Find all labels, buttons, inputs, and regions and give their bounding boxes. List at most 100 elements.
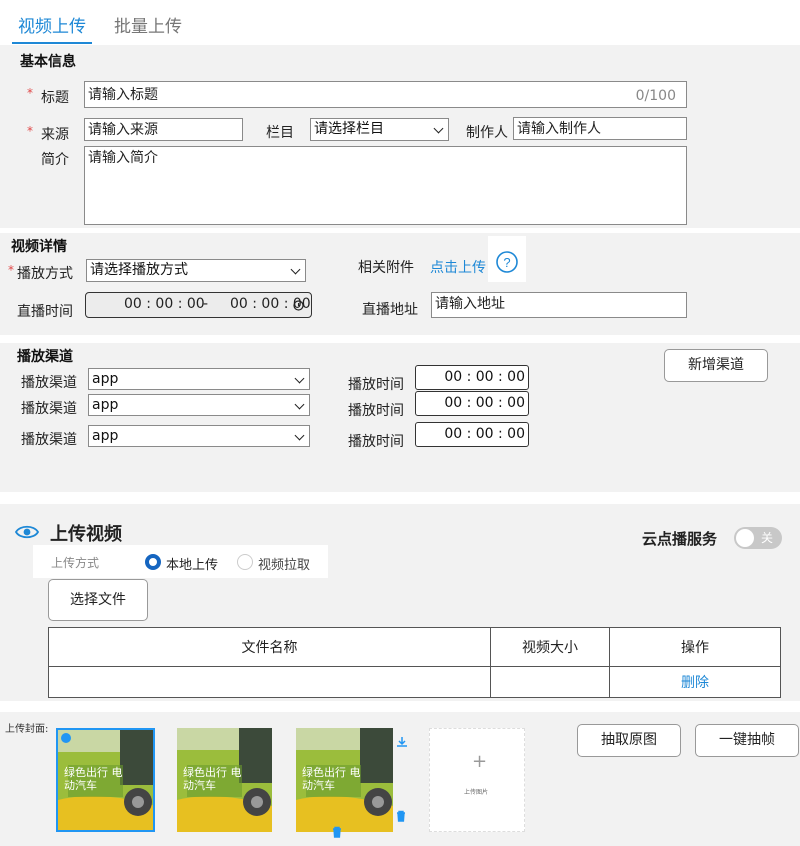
live-address-placeholder: 请输入地址 <box>435 296 505 312</box>
delete-icon[interactable] <box>331 826 343 838</box>
title-placeholder: 请输入标题 <box>88 87 158 103</box>
channel-label: 播放渠道 <box>21 432 77 448</box>
live-time-start: 00 : 00 : 00 <box>124 296 205 312</box>
required-mark: * <box>27 86 33 100</box>
tab-batch-upload[interactable]: 批量上传 <box>114 12 182 37</box>
chevron-down-icon <box>294 399 305 410</box>
chevron-down-icon <box>290 264 301 275</box>
chevron-down-icon <box>433 123 444 134</box>
cloud-vod-toggle[interactable]: 关 <box>734 527 782 549</box>
file-name-cell <box>48 666 491 698</box>
live-time-separator: - <box>203 296 209 312</box>
cloud-vod-label: 云点播服务 <box>642 530 718 548</box>
play-time-label: 播放时间 <box>348 403 404 419</box>
eye-icon <box>15 525 39 539</box>
help-icon[interactable]: ? <box>488 236 526 282</box>
live-time-label: 直播时间 <box>17 304 73 320</box>
delete-icon[interactable] <box>395 810 407 822</box>
required-mark: * <box>8 263 14 277</box>
video-size-cell <box>490 666 610 698</box>
thumbnail-text: 绿色出行 电动汽车 <box>64 766 123 792</box>
title-label: 标题 <box>41 90 69 106</box>
channel-select[interactable]: app <box>88 394 310 416</box>
channel-select[interactable]: app <box>88 425 310 447</box>
title-char-count: 0/100 <box>635 88 676 104</box>
chevron-down-icon <box>294 373 305 384</box>
required-mark: * <box>27 124 33 138</box>
upload-method-row: 上传方式 本地上传 视频拉取 <box>33 545 328 578</box>
upload-image-text: 上传图片 <box>464 789 489 796</box>
one-click-frame-button[interactable]: 一键抽帧 <box>695 724 799 757</box>
column-actions: 操作 <box>609 627 781 667</box>
cover-thumbnail[interactable]: 绿色出行 电动汽车 <box>177 728 272 832</box>
channel-select-value: app <box>92 397 119 413</box>
radio-video-pull[interactable] <box>237 554 253 570</box>
play-time-picker[interactable]: 00 : 00 : 00 <box>415 422 529 447</box>
toggle-knob <box>736 529 754 547</box>
choose-file-button[interactable]: 选择文件 <box>48 579 148 621</box>
upload-video-title: 上传视频 <box>50 524 122 545</box>
video-details-title: 视频详情 <box>11 239 67 255</box>
plus-icon: + <box>472 751 488 772</box>
channel-label: 播放渠道 <box>21 375 77 391</box>
video-pull-label[interactable]: 视频拉取 <box>258 554 310 573</box>
intro-placeholder: 请输入简介 <box>88 150 158 166</box>
attachment-label: 相关附件 <box>358 260 414 276</box>
intro-textarea[interactable]: 请输入简介 <box>84 146 687 225</box>
producer-placeholder: 请输入制作人 <box>517 121 601 137</box>
table-row: 删除 <box>48 666 781 698</box>
play-mode-select[interactable]: 请选择播放方式 <box>86 259 306 282</box>
channel-label: 播放渠道 <box>21 401 77 417</box>
add-channel-button[interactable]: 新增渠道 <box>664 349 768 382</box>
video-details-panel <box>0 233 800 335</box>
thumbnail-text: 绿色出行 电动汽车 <box>183 766 242 792</box>
thumbnail-text: 绿色出行 电动汽车 <box>302 766 361 792</box>
toggle-state-text: 关 <box>761 531 774 545</box>
column-file-name: 文件名称 <box>48 627 491 667</box>
column-label: 栏目 <box>266 125 294 141</box>
source-placeholder: 请输入来源 <box>88 122 158 138</box>
channel-select-value: app <box>92 371 119 387</box>
channel-select-value: app <box>92 428 119 444</box>
download-icon[interactable] <box>396 736 408 748</box>
column-select-value: 请选择栏目 <box>314 121 384 137</box>
play-mode-label: 播放方式 <box>17 266 73 282</box>
delete-cell: 删除 <box>609 666 781 698</box>
radio-local-upload[interactable] <box>145 554 161 570</box>
attachment-upload-link[interactable]: 点击上传 <box>430 257 486 277</box>
upload-method-label: 上传方式 <box>51 556 100 570</box>
clock-icon <box>293 300 304 311</box>
play-time-picker[interactable]: 00 : 00 : 00 <box>415 391 529 416</box>
intro-label: 简介 <box>41 152 69 168</box>
cover-thumbnail[interactable]: 绿色出行 电动汽车 <box>56 728 155 832</box>
column-select[interactable]: 请选择栏目 <box>310 118 449 141</box>
play-time-label: 播放时间 <box>348 434 404 450</box>
live-address-input[interactable]: 请输入地址 <box>431 292 687 318</box>
source-label: 来源 <box>41 127 69 143</box>
upload-image-box[interactable]: + 上传图片 <box>429 728 525 832</box>
extract-original-button[interactable]: 抽取原图 <box>577 724 681 757</box>
title-input[interactable]: 请输入标题 0/100 <box>84 81 687 108</box>
delete-link[interactable]: 删除 <box>681 675 709 691</box>
producer-input[interactable]: 请输入制作人 <box>513 117 687 140</box>
play-time-picker[interactable]: 00 : 00 : 00 <box>415 365 529 390</box>
local-upload-label[interactable]: 本地上传 <box>166 554 218 573</box>
chevron-down-icon <box>294 430 305 441</box>
file-table: 文件名称 视频大小 操作 删除 <box>48 627 781 698</box>
live-time-range-picker[interactable]: 00 : 00 : 00 - 00 : 00 : 00 <box>85 292 312 318</box>
play-time-label: 播放时间 <box>348 377 404 393</box>
channel-select[interactable]: app <box>88 368 310 390</box>
table-header-row: 文件名称 视频大小 操作 <box>48 627 781 667</box>
basic-info-title: 基本信息 <box>20 54 76 70</box>
cover-thumbnail[interactable]: 绿色出行 电动汽车 <box>296 728 393 832</box>
svg-text:?: ? <box>503 255 510 270</box>
upload-cover-label: 上传封面: <box>5 724 49 735</box>
source-input[interactable]: 请输入来源 <box>84 118 243 141</box>
selected-indicator-icon <box>61 733 71 743</box>
channels-title: 播放渠道 <box>17 349 73 365</box>
live-address-label: 直播地址 <box>362 302 418 318</box>
tab-video-upload[interactable]: 视频上传 <box>18 12 86 37</box>
producer-label: 制作人 <box>466 125 508 141</box>
column-video-size: 视频大小 <box>490 627 610 667</box>
play-mode-select-value: 请选择播放方式 <box>90 262 188 278</box>
